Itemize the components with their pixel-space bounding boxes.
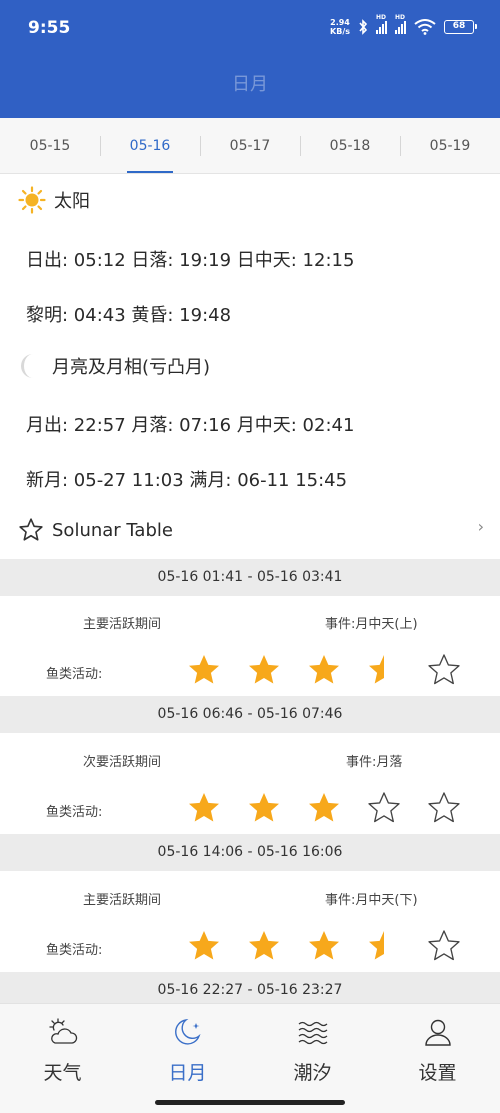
tab-date-4[interactable]: 05-18 [300, 118, 400, 173]
fish-activity-label: 鱼类活动: [46, 805, 103, 820]
star-empty-icon [368, 792, 400, 823]
solunar-title: Solunar Table [52, 519, 173, 541]
sun-section-title: 太阳 [54, 191, 90, 212]
page-title: 日月 [232, 74, 268, 95]
period-event: 事件:月落 [346, 755, 403, 770]
chevron-right-icon[interactable]: › [478, 517, 484, 536]
fish-activity-label: 鱼类活动: [46, 667, 103, 682]
star-filled-icon [309, 793, 339, 822]
network-speed-value: 2.94 [330, 18, 350, 27]
battery-indicator: 68 [444, 20, 477, 34]
star-empty-icon [428, 654, 460, 685]
period-time-range: 05-16 14:06 - 05-16 16:06 [0, 834, 500, 871]
star-filled-icon [189, 655, 219, 684]
tab-date-2[interactable]: 05-16 [100, 118, 200, 173]
star-filled-icon [249, 793, 279, 822]
date-tabs: 05-15 05-16 05-17 05-18 05-19 [0, 118, 500, 174]
sun-section-header: 太阳 [18, 186, 90, 214]
sun-times-row: 日出: 05:12 日落: 19:19 日中天: 12:15 [26, 250, 355, 271]
period-event: 事件:月中天(下) [325, 893, 418, 908]
weather-icon [48, 1018, 77, 1044]
period-time-range: 05-16 06:46 - 05-16 07:46 [0, 696, 500, 733]
period-type: 主要活跃期间 [83, 617, 162, 632]
star-filled-icon [309, 655, 339, 684]
fish-activity-rating [186, 652, 462, 688]
moon-section-title: 月亮及月相(亏凸月) [52, 357, 211, 378]
star-filled-icon [309, 931, 339, 960]
nav-sun-moon[interactable]: 日月 [125, 1004, 250, 1113]
period-time-range: 05-16 01:41 - 05-16 03:41 [0, 559, 500, 596]
status-time: 9:55 [28, 18, 71, 38]
moon-phase-icon [21, 354, 33, 378]
star-filled-icon [249, 655, 279, 684]
nav-weather[interactable]: 天气 [0, 1004, 125, 1113]
network-speed-unit: KB/s [330, 27, 350, 36]
nav-settings[interactable]: 设置 [375, 1004, 500, 1113]
tab-date-1[interactable]: 05-15 [0, 118, 100, 173]
home-indicator[interactable] [155, 1100, 345, 1105]
bluetooth-icon [359, 19, 368, 35]
moon-times-row: 月出: 22:57 月落: 07:16 月中天: 02:41 [26, 415, 355, 436]
status-icons: 2.94 KB/s HD HD 68 [330, 14, 477, 36]
signal-icon-2: HD [395, 14, 406, 34]
star-empty-icon [428, 930, 460, 961]
app-header: 9:55 2.94 KB/s HD HD 68 日月 [0, 0, 500, 118]
period-card: 主要活跃期间 事件:月中天(下) 鱼类活动: [0, 871, 500, 972]
period-card: 主要活跃期间 事件:月中天(上) 鱼类活动: [0, 596, 500, 696]
nav-settings-label: 设置 [418, 1062, 457, 1084]
moon-phase-dates-row: 新月: 05-27 11:03 满月: 06-11 15:45 [26, 470, 348, 491]
period-type: 主要活跃期间 [83, 893, 162, 908]
fish-activity-rating [186, 928, 462, 964]
wifi-icon [414, 19, 436, 35]
tab-date-5[interactable]: 05-19 [400, 118, 500, 173]
star-filled-icon [249, 931, 279, 960]
period-event: 事件:月中天(上) [325, 617, 418, 632]
network-speed: 2.94 KB/s [330, 18, 350, 36]
settings-icon [424, 1019, 451, 1046]
period-type: 次要活跃期间 [83, 755, 162, 770]
nav-sun-moon-label: 日月 [168, 1062, 207, 1084]
sun-icon [18, 186, 46, 214]
hd-label-2: HD [395, 14, 406, 21]
star-filled-icon [189, 793, 219, 822]
star-half-icon [369, 655, 384, 684]
nav-weather-label: 天气 [43, 1062, 82, 1084]
signal-icon-1: HD [376, 14, 387, 34]
nav-tide[interactable]: 潮汐 [250, 1004, 375, 1113]
fish-activity-label: 鱼类活动: [46, 943, 103, 958]
twilight-row: 黎明: 04:43 黄昏: 19:48 [26, 305, 232, 326]
fish-activity-rating [186, 790, 462, 826]
hd-label-1: HD [376, 14, 387, 21]
bottom-navigation: 天气 日月 潮汐 设置 [0, 1003, 500, 1113]
period-card: 次要活跃期间 事件:月落 鱼类活动: [0, 733, 500, 834]
tide-icon [298, 1021, 327, 1045]
star-filled-icon [189, 931, 219, 960]
tab-date-3[interactable]: 05-17 [200, 118, 300, 173]
star-outline-icon [19, 518, 43, 541]
star-empty-icon [428, 792, 460, 823]
nav-tide-label: 潮汐 [293, 1062, 332, 1084]
moon-icon [174, 1018, 201, 1045]
moon-section-header: 月亮及月相(亏凸月) [18, 352, 210, 380]
star-half-icon [369, 931, 384, 960]
solunar-section-header[interactable]: Solunar Table [18, 517, 173, 543]
